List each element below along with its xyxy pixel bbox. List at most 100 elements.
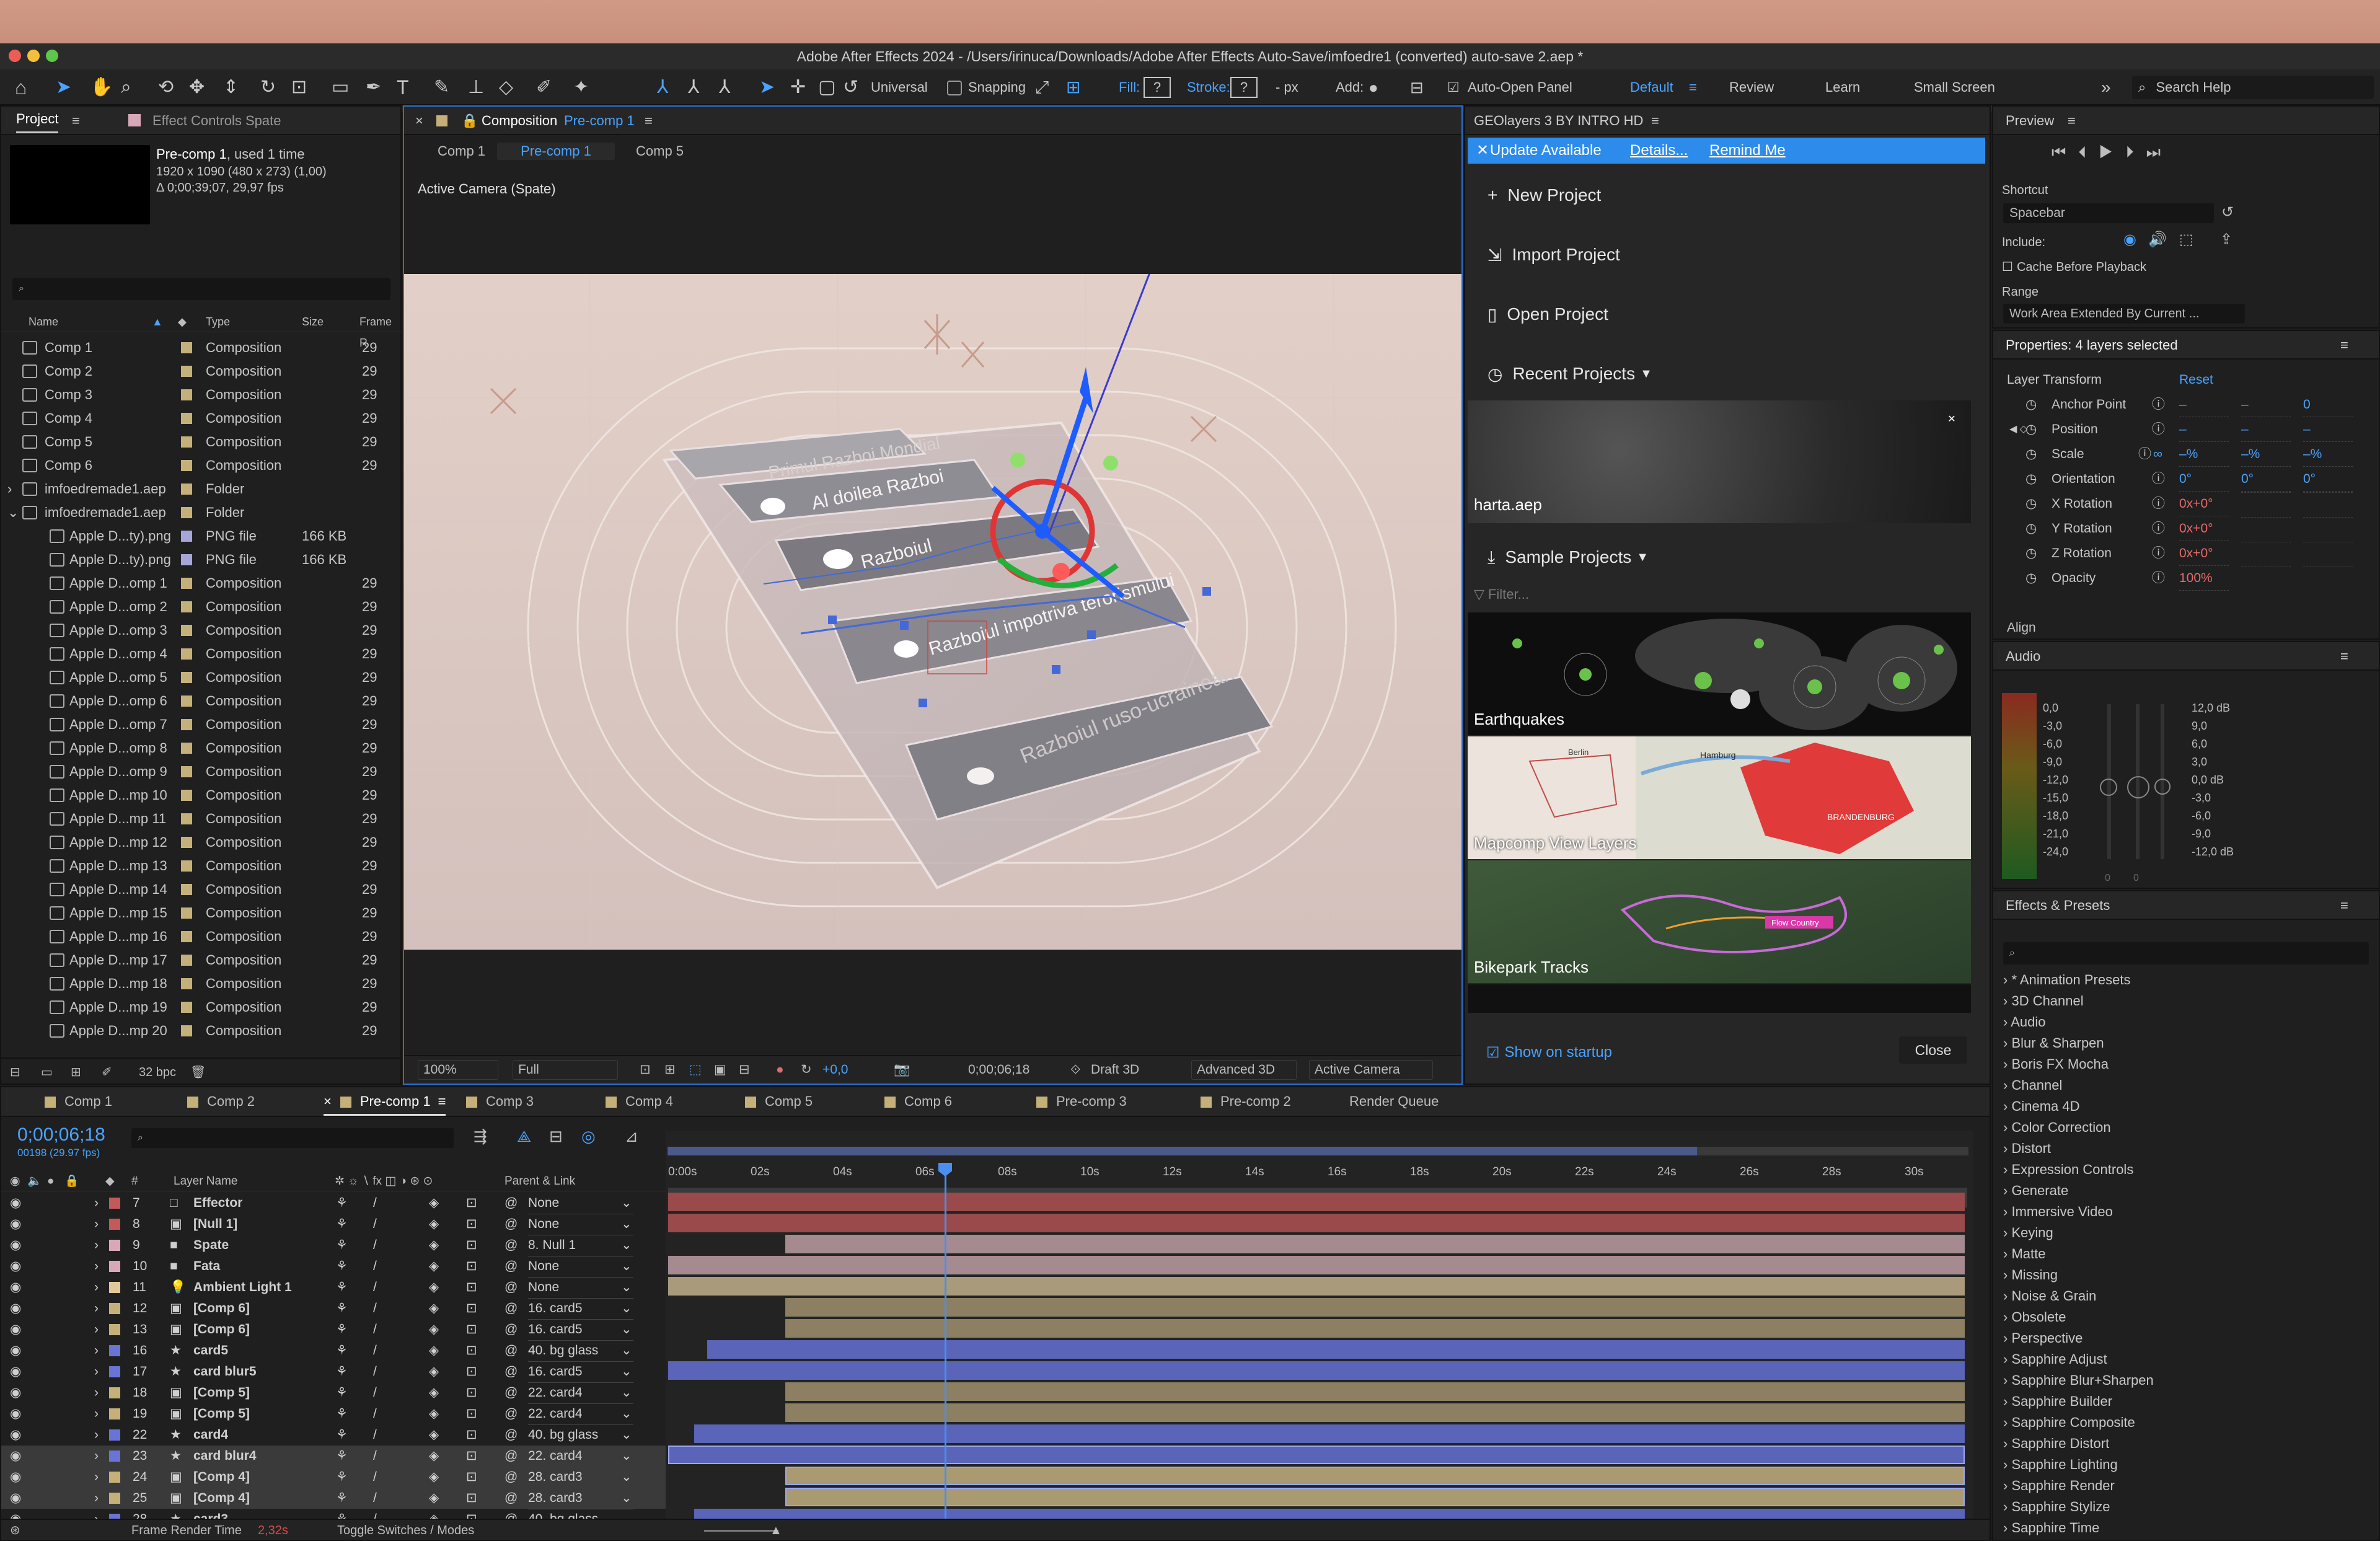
pick-whip-icon[interactable]: @ — [505, 1424, 518, 1446]
label-column-icon[interactable]: ◆ — [178, 311, 187, 332]
layer-name[interactable]: [Comp 6] — [193, 1319, 250, 1340]
fill-swatch[interactable]: ? — [1144, 77, 1171, 98]
composition-name[interactable]: Pre-comp 1 — [564, 107, 635, 135]
3d-switch-icon[interactable]: ⊡ — [466, 1214, 477, 1235]
reset-transform-link[interactable]: Reset — [2179, 368, 2213, 392]
column-name[interactable]: Name — [29, 311, 58, 332]
layer-row[interactable]: ◉ › 13 ▣ [Comp 6] ⚘ / ◈ ⊡ @16. card5 ⌄ — [1, 1319, 666, 1341]
comp-mini-flowchart-icon[interactable]: ⇶ — [474, 1127, 487, 1146]
info-icon[interactable]: ⓘ — [2152, 418, 2165, 441]
3d-switch-icon[interactable]: ⊡ — [466, 1235, 477, 1256]
pick-whip-icon[interactable]: @ — [505, 1340, 518, 1361]
property-value-x[interactable]: 0x+0° — [2179, 492, 2229, 516]
label-swatch[interactable] — [109, 1429, 120, 1441]
layer-name[interactable]: Fata — [193, 1256, 220, 1277]
property-value-y[interactable]: – — [2241, 418, 2291, 442]
sample-projects-toggle[interactable]: ⤓ Sample Projects ▼ — [1488, 542, 1649, 573]
panel-menu-icon[interactable]: ≡ — [645, 107, 653, 135]
project-item[interactable]: Apple D...mp 16 Composition 29 — [1, 925, 398, 948]
timeline-tab[interactable]: Pre-comp 2 — [1201, 1087, 1291, 1116]
property-value-y[interactable] — [2241, 492, 2291, 493]
expand-triangle-icon[interactable]: › — [94, 1319, 99, 1340]
dolly-tool-icon[interactable]: ⇕ — [223, 69, 239, 105]
layer-duration-bar[interactable] — [694, 1424, 1965, 1443]
timeline-tab[interactable]: Comp 5 — [745, 1087, 813, 1116]
parent-dropdown[interactable]: 8. Null 1 — [528, 1235, 633, 1256]
parent-dropdown[interactable]: 22. card4 — [528, 1382, 633, 1404]
pick-whip-icon[interactable]: @ — [505, 1298, 518, 1319]
parent-dropdown[interactable]: 28. card3 — [528, 1467, 633, 1488]
parent-dropdown[interactable]: 22. card4 — [528, 1446, 633, 1467]
panel-menu-icon[interactable]: ≡ — [2068, 107, 2076, 135]
pen-tool-icon[interactable]: ✒ — [366, 69, 381, 105]
import-project-button[interactable]: ⇲ Import Project — [1488, 239, 1620, 270]
parent-dropdown[interactable]: 40. bg glass — [528, 1340, 633, 1362]
quality-switch-icon[interactable]: / — [373, 1193, 377, 1214]
3d-layer-switch-icon[interactable]: ◈ — [429, 1361, 439, 1382]
work-area-range[interactable] — [668, 1147, 1697, 1155]
property-value-z[interactable]: –% — [2303, 443, 2353, 467]
visibility-eye-icon[interactable]: ◉ — [10, 1319, 21, 1340]
layer-duration-bar[interactable] — [668, 1361, 1965, 1380]
timeline-tab[interactable]: Comp 2 — [187, 1087, 255, 1116]
layer-row[interactable]: ◉ › 7 □ Effector ⚘ / ◈ ⊡ @ None ⌄ — [1, 1193, 666, 1214]
3d-switch-icon[interactable]: ⊡ — [466, 1424, 477, 1446]
project-item[interactable]: Apple D...mp 15 Composition 29 — [1, 901, 398, 925]
parent-link-column[interactable]: Parent & Link — [505, 1172, 575, 1191]
info-icon[interactable]: ⓘ — [2138, 443, 2151, 466]
project-item[interactable]: Apple D...omp 5 Composition 29 — [1, 666, 398, 689]
pick-whip-icon[interactable]: @ — [505, 1193, 518, 1214]
time-ruler[interactable]: 0:00s 02s 04s 06s 08s 10s 12s 14s 16s 18s 20s 22s 24… — [666, 1163, 1967, 1188]
layer-name[interactable]: [Comp 5] — [193, 1382, 250, 1403]
cache-before-playback[interactable]: ☐ Cache Before Playback — [2002, 255, 2146, 279]
column-size[interactable]: Size — [302, 311, 324, 332]
scale-gizmo-icon[interactable]: ▢ — [818, 69, 835, 105]
3d-layer-switch-icon[interactable]: ◈ — [429, 1256, 439, 1277]
stopwatch-icon[interactable]: ◷ — [2025, 517, 2037, 541]
pick-whip-icon[interactable]: @ — [505, 1256, 518, 1277]
layer-name[interactable]: card5 — [193, 1340, 228, 1361]
project-item[interactable]: Comp 2 Composition 29 — [1, 360, 398, 383]
exposure-value[interactable]: +0,0 — [822, 1056, 848, 1084]
project-item[interactable]: Apple D...ty).png PNG file 166 KB — [1, 548, 398, 572]
project-item[interactable]: Apple D...omp 4 Composition 29 — [1, 642, 398, 666]
master-volume-handle[interactable] — [2154, 779, 2171, 795]
expand-triangle-icon[interactable]: › — [94, 1298, 99, 1319]
label-swatch[interactable] — [109, 1472, 120, 1483]
shy-switch-icon[interactable]: ⚘ — [336, 1467, 348, 1488]
visibility-eye-icon[interactable]: ◉ — [10, 1446, 21, 1467]
visibility-eye-icon[interactable]: ◉ — [10, 1467, 21, 1488]
stroke-swatch[interactable]: ? — [1230, 77, 1258, 98]
parent-dropdown[interactable]: 28. card3 — [528, 1488, 633, 1509]
3d-layer-switch-icon[interactable]: ◈ — [429, 1193, 439, 1214]
quality-switch-icon[interactable]: / — [373, 1382, 377, 1403]
effects-category[interactable]: › Sapphire Builder — [2003, 1393, 2112, 1410]
column-type[interactable]: Type — [206, 311, 230, 332]
grid-icon[interactable]: ⊟ — [739, 1056, 750, 1084]
workspace-review[interactable]: Review — [1729, 69, 1774, 105]
label-swatch[interactable] — [109, 1198, 120, 1209]
info-icon[interactable]: ⓘ — [2152, 567, 2165, 590]
project-item[interactable]: Apple D...omp 7 Composition 29 — [1, 713, 398, 736]
hand-tool-icon[interactable]: ✋ — [90, 69, 113, 105]
constrain-proportions-icon[interactable]: ∞ — [2153, 443, 2162, 466]
overlays-include-icon[interactable]: ⬚ — [2179, 231, 2193, 249]
snapshot-icon[interactable]: 📷 — [894, 1056, 910, 1084]
visibility-eye-icon[interactable]: ◉ — [10, 1193, 21, 1214]
pick-whip-icon[interactable]: @ — [505, 1235, 518, 1256]
search-help-field[interactable]: ⌕ Search Help — [2132, 76, 2374, 99]
resolution-dropdown[interactable]: Full — [513, 1060, 618, 1080]
panel-menu-icon[interactable]: ≡ — [1651, 107, 1659, 135]
local-axis-icon[interactable]: ⅄ — [657, 69, 668, 105]
project-search-input[interactable]: ⌕ — [12, 278, 390, 300]
shy-switch-icon[interactable]: ⚘ — [336, 1424, 348, 1446]
shy-switch-icon[interactable]: ⚘ — [336, 1277, 348, 1298]
parent-dropdown[interactable]: 22. card4 — [528, 1403, 633, 1425]
dismiss-update-icon[interactable]: ✕ — [1476, 138, 1489, 164]
pick-whip-icon[interactable]: @ — [505, 1382, 518, 1403]
zoom-slider[interactable] — [704, 1530, 778, 1532]
visibility-eye-icon[interactable]: ◉ — [10, 1340, 21, 1361]
breadcrumb-comp-5[interactable]: Comp 5 — [636, 135, 684, 167]
channels-icon[interactable]: ● — [776, 1056, 784, 1084]
transparency-grid-icon[interactable]: ⊞ — [664, 1056, 676, 1084]
